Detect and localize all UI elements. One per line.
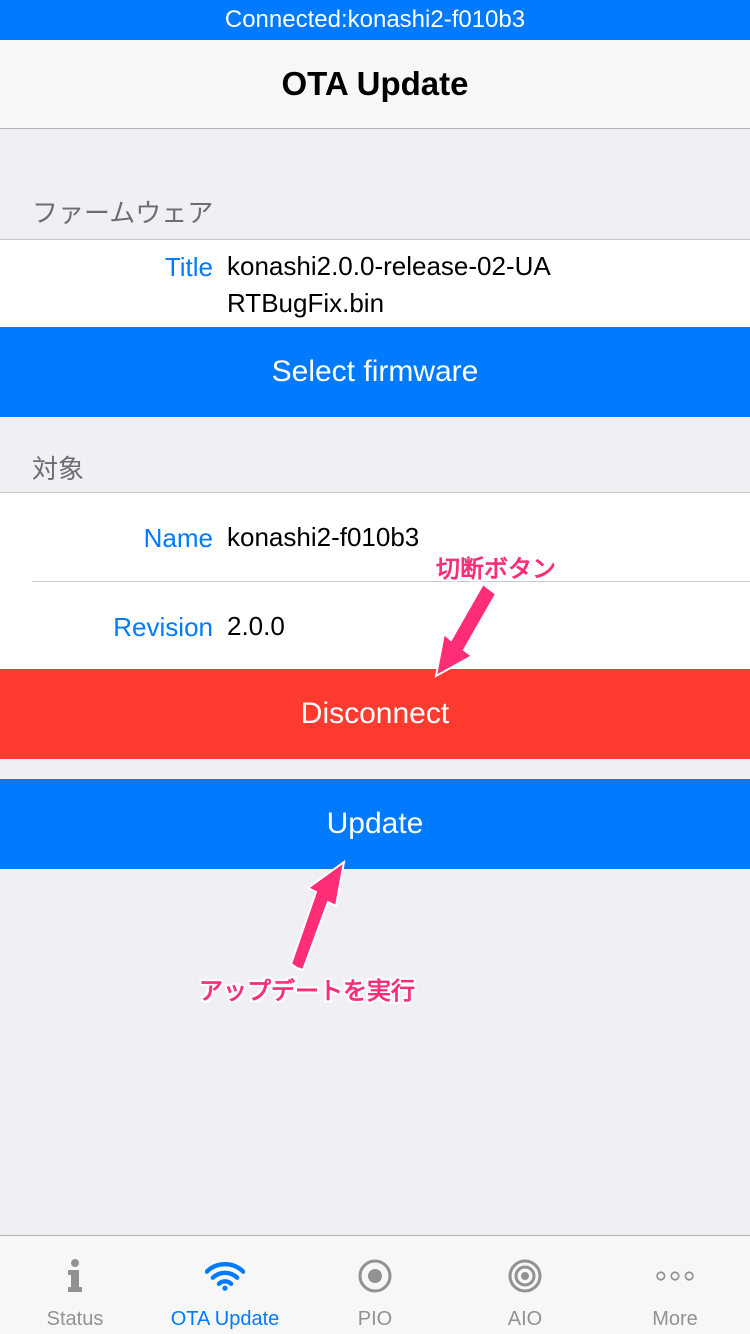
tab-more[interactable]: More <box>600 1236 750 1334</box>
tab-pio-label: PIO <box>357 1308 393 1330</box>
tab-aio[interactable]: AIO <box>450 1236 600 1334</box>
update-annotation: アップデートを実行 <box>199 978 415 1005</box>
radio-icon <box>355 1256 395 1296</box>
tab-ota-update-label: OTA Update <box>170 1308 280 1330</box>
tab-ota-update[interactable]: OTA Update <box>150 1236 300 1334</box>
tab-aio-label: AIO <box>507 1308 543 1330</box>
update-arrow <box>289 859 346 972</box>
tab-more-label: More <box>652 1308 698 1330</box>
more-icon <box>655 1256 695 1296</box>
info-icon <box>55 1256 95 1296</box>
annotation-arrows <box>289 582 498 972</box>
disconnect-arrow <box>434 582 498 678</box>
tab-bar: Status OTA Update PIO AIO More <box>0 1235 750 1334</box>
tab-pio[interactable]: PIO <box>300 1236 450 1334</box>
wifi-icon <box>205 1256 245 1296</box>
tab-status[interactable]: Status <box>0 1236 150 1334</box>
tab-status-label: Status <box>46 1308 104 1330</box>
target-icon <box>505 1256 545 1296</box>
